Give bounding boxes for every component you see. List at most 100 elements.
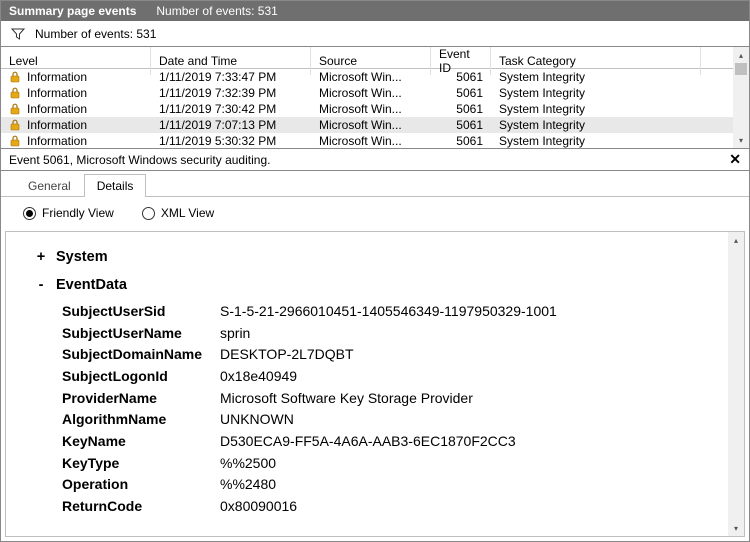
scroll-thumb[interactable]: [735, 63, 747, 75]
scroll-up-icon[interactable]: ▴: [733, 47, 749, 63]
field-value: %%2480: [220, 474, 276, 496]
summary-header: Summary page events Number of events: 53…: [1, 1, 749, 21]
tree-node-system[interactable]: + System: [36, 246, 732, 268]
eventdata-field: SubjectUserSid S-1-5-21-2966010451-140554…: [62, 301, 732, 323]
lock-icon: [9, 119, 21, 131]
detail-header: Event 5061, Microsoft Windows security a…: [1, 149, 749, 171]
cell-taskcategory: System Integrity: [491, 70, 701, 84]
cell-datetime: 1/11/2019 7:07:13 PM: [151, 118, 311, 132]
cell-taskcategory: System Integrity: [491, 134, 701, 148]
lock-icon: [9, 103, 21, 115]
summary-title: Summary page events: [9, 4, 136, 18]
cell-taskcategory: System Integrity: [491, 118, 701, 132]
scroll-up-icon[interactable]: ▴: [728, 232, 744, 248]
eventdata-field: SubjectUserName sprin: [62, 323, 732, 345]
eventdata-field: KeyType %%2500: [62, 453, 732, 475]
cell-datetime: 1/11/2019 5:30:32 PM: [151, 134, 311, 148]
field-key: SubjectUserSid: [62, 301, 212, 323]
lock-icon: [9, 135, 21, 147]
tab-general[interactable]: General: [15, 174, 84, 197]
eventdata-field: ProviderName Microsoft Software Key Stora…: [62, 388, 732, 410]
field-value: S-1-5-21-2966010451-1405546349-119795032…: [220, 301, 557, 323]
field-value: 0x18e40949: [220, 366, 297, 388]
tree-node-eventdata[interactable]: - EventData SubjectUserSid S-1-5-21-29660…: [36, 274, 732, 517]
scroll-down-icon[interactable]: ▾: [728, 520, 744, 536]
cell-eventid: 5061: [431, 118, 491, 132]
field-value: UNKNOWN: [220, 409, 294, 431]
close-icon[interactable]: ✕: [729, 151, 741, 168]
cell-taskcategory: System Integrity: [491, 86, 701, 100]
summary-count: Number of events: 531: [156, 4, 277, 18]
cell-eventid: 5061: [431, 102, 491, 116]
cell-level: Information: [27, 70, 87, 84]
cell-eventid: 5061: [431, 86, 491, 100]
cell-eventid: 5061: [431, 134, 491, 148]
cell-datetime: 1/11/2019 7:30:42 PM: [151, 102, 311, 116]
cell-datetime: 1/11/2019 7:32:39 PM: [151, 86, 311, 100]
cell-level: Information: [27, 86, 87, 100]
scroll-down-icon[interactable]: ▾: [733, 132, 749, 148]
field-value: 0x80090016: [220, 496, 297, 518]
detail-body: + System - EventData SubjectUserSid S-1-5…: [5, 231, 745, 537]
cell-level: Information: [27, 102, 87, 116]
table-row[interactable]: Information 1/11/2019 7:30:42 PMMicrosoft…: [1, 101, 749, 117]
eventdata-field: SubjectLogonId 0x18e40949: [62, 366, 732, 388]
radio-friendly-view[interactable]: Friendly View: [23, 206, 114, 220]
radio-xml-label: XML View: [161, 206, 214, 220]
filter-text: Number of events: 531: [35, 27, 156, 41]
cell-source: Microsoft Win...: [311, 86, 431, 100]
cell-level: Information: [27, 118, 87, 132]
eventdata-field: ReturnCode 0x80090016: [62, 496, 732, 518]
field-key: ProviderName: [62, 388, 212, 410]
eventdata-field: AlgorithmName UNKNOWN: [62, 409, 732, 431]
field-key: AlgorithmName: [62, 409, 212, 431]
event-list-scrollbar[interactable]: ▴ ▾: [733, 47, 749, 148]
field-key: SubjectDomainName: [62, 344, 212, 366]
detail-title: Event 5061, Microsoft Windows security a…: [9, 153, 270, 167]
tree-label-system: System: [56, 246, 108, 268]
table-row[interactable]: Information 1/11/2019 7:07:13 PMMicrosoft…: [1, 117, 749, 133]
field-value: %%2500: [220, 453, 276, 475]
field-value: Microsoft Software Key Storage Provider: [220, 388, 473, 410]
cell-source: Microsoft Win...: [311, 102, 431, 116]
field-key: SubjectLogonId: [62, 366, 212, 388]
event-list: Level Date and Time Source Event ID Task…: [1, 47, 749, 149]
event-list-header: Level Date and Time Source Event ID Task…: [1, 47, 749, 69]
expand-icon[interactable]: +: [36, 246, 46, 268]
eventdata-field: KeyNameD530ECA9-FF5A-4A6A-AAB3-6EC1870F2…: [62, 431, 732, 453]
field-value: DESKTOP-2L7DQBT: [220, 344, 354, 366]
detail-scrollbar[interactable]: ▴ ▾: [728, 232, 744, 536]
field-key: ReturnCode: [62, 496, 212, 518]
cell-level: Information: [27, 134, 87, 148]
tree-label-eventdata: EventData: [56, 274, 127, 296]
event-viewer-window: Summary page events Number of events: 53…: [0, 0, 750, 542]
field-value: sprin: [220, 323, 250, 345]
eventdata-field: SubjectDomainName DESKTOP-2L7DQBT: [62, 344, 732, 366]
field-key: Operation: [62, 474, 212, 496]
cell-source: Microsoft Win...: [311, 118, 431, 132]
filter-bar: Number of events: 531: [1, 21, 749, 47]
radio-unchecked-icon: [142, 207, 155, 220]
view-radio-group: Friendly View XML View: [1, 197, 749, 229]
collapse-icon[interactable]: -: [36, 274, 46, 296]
cell-eventid: 5061: [431, 70, 491, 84]
field-key: KeyType: [62, 453, 212, 475]
radio-friendly-label: Friendly View: [42, 206, 114, 220]
lock-icon: [9, 71, 21, 83]
detail-tree[interactable]: + System - EventData SubjectUserSid S-1-5…: [6, 232, 744, 536]
table-row[interactable]: Information1/11/2019 7:33:47 PMMicrosoft…: [1, 69, 749, 85]
filter-icon[interactable]: [11, 27, 25, 41]
eventdata-fields: SubjectUserSid S-1-5-21-2966010451-140554…: [62, 301, 732, 518]
eventdata-field: Operation %%2480: [62, 474, 732, 496]
table-row[interactable]: Information 1/11/2019 7:32:39 PMMicrosoft…: [1, 85, 749, 101]
radio-xml-view[interactable]: XML View: [142, 206, 214, 220]
detail-tabs: General Details: [1, 171, 749, 197]
tab-details[interactable]: Details: [84, 174, 147, 197]
event-list-body[interactable]: Information1/11/2019 7:33:47 PMMicrosoft…: [1, 69, 749, 149]
radio-checked-icon: [23, 207, 36, 220]
cell-datetime: 1/11/2019 7:33:47 PM: [151, 70, 311, 84]
field-key: SubjectUserName: [62, 323, 212, 345]
field-key: KeyName: [62, 431, 212, 453]
table-row[interactable]: Information 1/11/2019 5:30:32 PMMicrosoft…: [1, 133, 749, 149]
cell-source: Microsoft Win...: [311, 134, 431, 148]
